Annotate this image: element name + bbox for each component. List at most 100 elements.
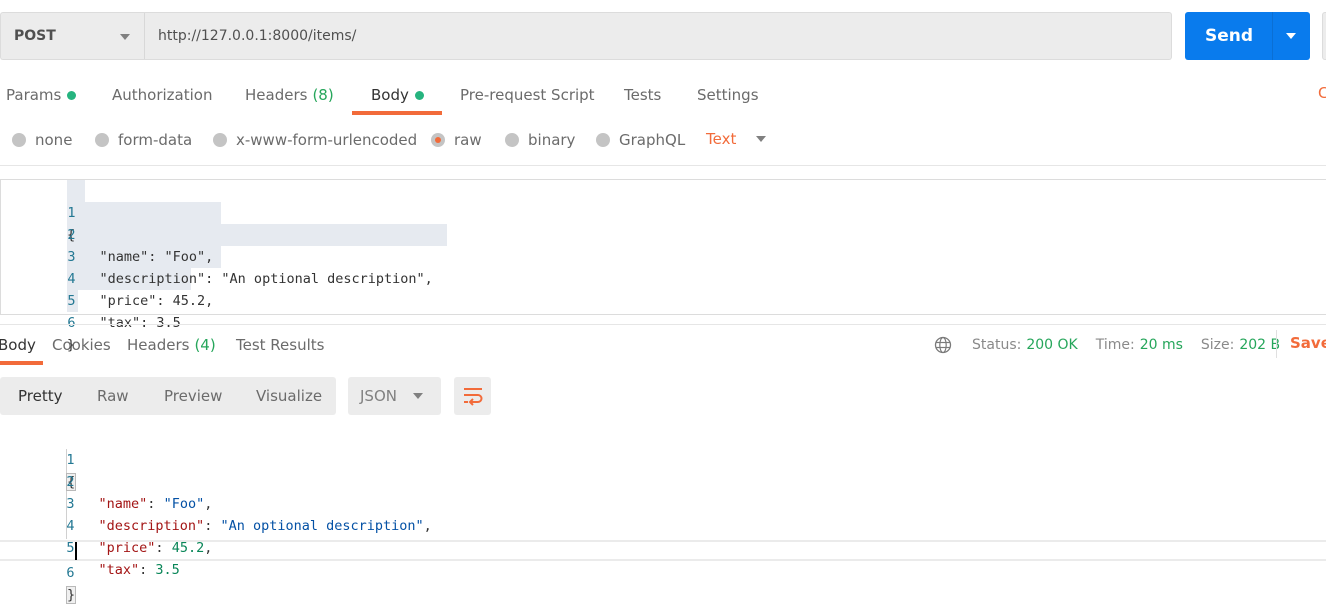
punct: ,	[204, 540, 213, 556]
raw-format-label: Text	[706, 130, 737, 148]
code-line: 6 }	[0, 540, 77, 604]
line-number: 2	[66, 474, 75, 490]
view-visualize[interactable]: Visualize	[256, 387, 322, 405]
punct: :	[155, 540, 172, 556]
tab-params[interactable]: Params	[6, 84, 77, 106]
send-button[interactable]: Send	[1185, 12, 1273, 60]
radio-label: x-www-form-urlencoded	[236, 131, 418, 149]
tab-settings[interactable]: Settings	[697, 84, 759, 106]
json-key: "name"	[98, 496, 148, 512]
active-dot-icon	[67, 90, 77, 100]
line-number: 1	[67, 205, 76, 221]
selection-highlight	[67, 224, 447, 246]
tab-body[interactable]: Body	[371, 84, 424, 106]
save-request-button[interactable]	[1322, 12, 1326, 60]
status-value[interactable]: 200 OK	[1026, 337, 1077, 353]
response-body-viewer[interactable]: 1 { 2 "name": "Foo", 3 "description": "A…	[0, 427, 1326, 604]
cookies-link[interactable]: C	[1318, 84, 1326, 102]
tab-label: Pre-request Script	[460, 86, 595, 104]
send-options-button[interactable]	[1272, 12, 1310, 60]
response-tab-body[interactable]: Body	[0, 334, 36, 356]
tab-pre-request-script[interactable]: Pre-request Script	[460, 84, 595, 106]
text-cursor	[75, 542, 77, 560]
response-tab-headers[interactable]: Headers (4)	[127, 334, 216, 356]
status-label: Status:	[972, 337, 1022, 353]
request-body-editor[interactable]: 1 { 2 "name": "Foo", 3 "description": "A…	[0, 179, 1326, 353]
tab-label: Headers	[127, 336, 190, 354]
raw-format-select[interactable]: Text	[706, 130, 767, 148]
response-tab-cookies[interactable]: Cookies	[52, 334, 111, 356]
line-number: 3	[66, 496, 75, 512]
active-tab-indicator	[352, 111, 442, 115]
chevron-down-icon	[756, 136, 767, 142]
line-text: }	[66, 584, 77, 606]
punct: :	[204, 518, 221, 534]
format-select[interactable]: JSON	[348, 377, 441, 415]
code-line: 1 {	[0, 427, 77, 491]
headers-count: (8)	[312, 86, 334, 104]
radio-raw[interactable]: raw	[431, 130, 482, 150]
tab-label: Tests	[624, 86, 662, 104]
headers-count: (4)	[194, 336, 216, 354]
method-select[interactable]: POST	[0, 12, 144, 60]
format-label: JSON	[360, 387, 397, 405]
json-string: "Foo"	[163, 496, 205, 512]
json-number: 45.2	[171, 540, 205, 556]
line-text: "name": "Foo",	[66, 493, 213, 515]
code-line: 1 {	[1, 180, 76, 243]
code-line: 5 "tax": 3.5	[1, 268, 180, 331]
radio-graphql[interactable]: GraphQL	[596, 130, 685, 150]
line-number: 6	[66, 565, 75, 581]
json-number: 3.5	[155, 562, 180, 578]
json-string: "An optional description"	[220, 518, 424, 534]
response-tab-test-results[interactable]: Test Results	[236, 334, 324, 356]
view-pretty[interactable]: Pretty	[18, 387, 63, 405]
radio-none[interactable]: none	[12, 130, 72, 150]
divider	[1276, 330, 1277, 358]
line-number: 5	[67, 293, 76, 309]
tab-tests[interactable]: Tests	[624, 84, 661, 106]
wrap-lines-button[interactable]	[454, 377, 491, 415]
code-line: 3 "description": "An optional descriptio…	[0, 471, 431, 534]
line-number: 4	[67, 271, 76, 287]
line-text: "name": "Foo",	[67, 249, 214, 265]
time-value[interactable]: 20 ms	[1140, 337, 1183, 353]
punct: :	[139, 562, 156, 578]
tab-headers[interactable]: Headers (8)	[245, 84, 334, 106]
line-number: 5	[66, 540, 75, 556]
radio-x-www-form-urlencoded[interactable]: x-www-form-urlencoded	[213, 130, 417, 150]
radio-selected-icon	[431, 133, 445, 147]
tab-label: Body	[0, 336, 36, 354]
tab-label: Params	[6, 86, 62, 104]
radio-binary[interactable]: binary	[505, 130, 575, 150]
tab-label: Cookies	[52, 336, 111, 354]
view-preview[interactable]: Preview	[164, 387, 222, 405]
url-input[interactable]: http://127.0.0.1:8000/items/	[144, 12, 1172, 60]
response-meta: Status: 200 OK Time: 20 ms Size: 202 B	[972, 334, 1298, 356]
save-response-button[interactable]: Save	[1290, 334, 1326, 352]
punct: :	[147, 496, 164, 512]
url-text: http://127.0.0.1:8000/items/	[158, 28, 357, 44]
chevron-down-icon	[120, 34, 130, 40]
line-number: 6	[67, 315, 76, 331]
radio-circle-icon	[505, 133, 519, 147]
punct: ,	[204, 496, 213, 512]
tab-authorization[interactable]: Authorization	[112, 84, 212, 106]
line-number: 2	[67, 227, 76, 243]
line-number: 1	[66, 452, 75, 468]
tab-label: Body	[371, 86, 409, 104]
radio-form-data[interactable]: form-data	[95, 130, 192, 150]
line-text: "tax": 3.5	[66, 559, 180, 581]
size-value[interactable]: 202 B	[1239, 337, 1280, 353]
radio-label: GraphQL	[619, 131, 686, 149]
code-line: 2 "name": "Foo",	[0, 449, 212, 512]
line-text: "description": "An optional description"…	[67, 271, 433, 287]
globe-icon[interactable]	[934, 336, 952, 354]
size-label: Size:	[1200, 337, 1235, 353]
divider	[0, 165, 1326, 166]
view-raw[interactable]: Raw	[97, 387, 129, 405]
selection-highlight	[67, 180, 85, 202]
punct: ,	[423, 518, 432, 534]
radio-circle-icon	[12, 133, 26, 147]
radio-circle-icon	[596, 133, 610, 147]
